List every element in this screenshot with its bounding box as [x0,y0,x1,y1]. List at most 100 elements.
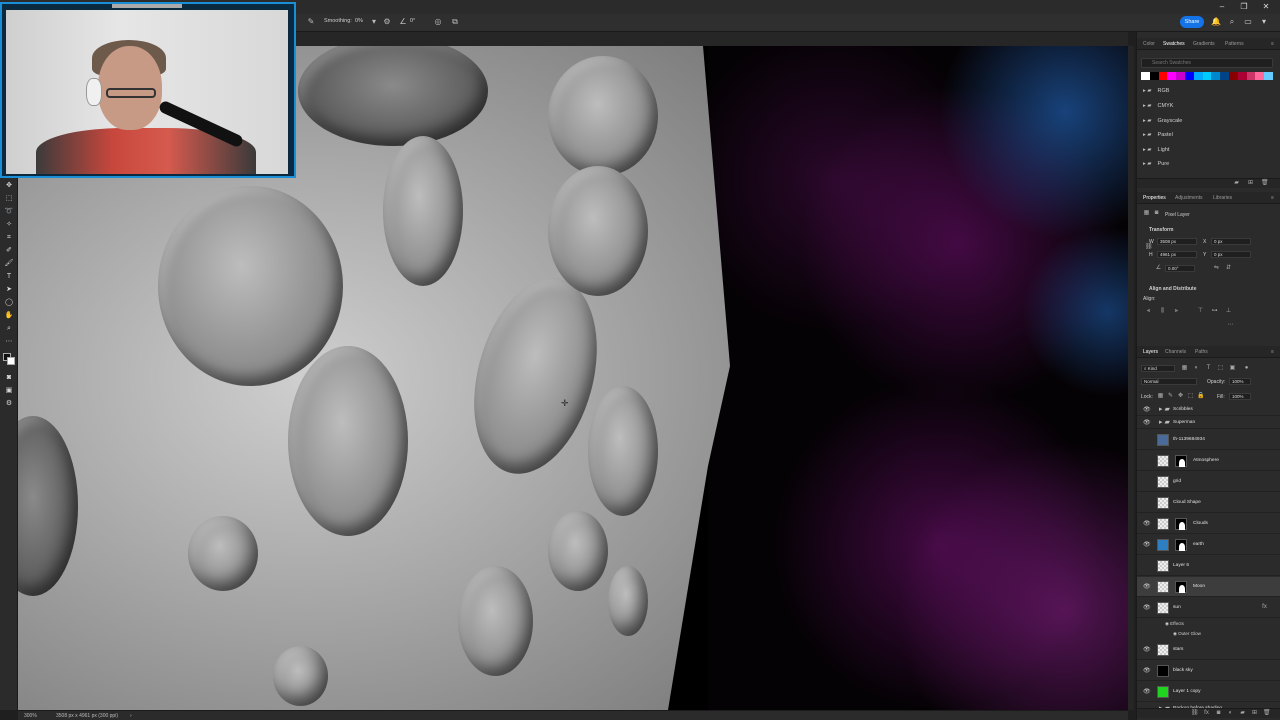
eye-icon[interactable]: 👁 [1143,419,1151,426]
new-folder-icon[interactable]: ▰ [1233,180,1240,187]
color-swatch[interactable] [1184,72,1194,80]
swatch-folder-grayscale[interactable]: ▸ ▰ Grayscale [1143,118,1182,124]
color-swatch[interactable] [1167,72,1177,80]
more-tools-icon[interactable]: ⋯ [4,337,14,347]
color-swatch[interactable] [1255,72,1265,80]
eye-icon[interactable]: 👁 [1143,406,1151,413]
minimize-button[interactable]: – [1212,1,1232,12]
fx-icon[interactable]: fx [1203,710,1210,717]
search-icon[interactable]: ⌕ [1227,17,1237,27]
zoom-level[interactable]: 300% [24,713,37,719]
layer-row[interactable]: Cloud Shape [1137,493,1280,513]
link-layers-icon[interactable]: ⛓ [1191,710,1199,717]
new-swatch-icon[interactable]: ⊞ [1247,180,1254,187]
mask-icon[interactable]: ◙ [1153,210,1160,217]
pressure-icon[interactable]: ◎ [433,17,443,27]
smoothing-value[interactable]: 0% [355,18,363,24]
opacity-input[interactable]: 100% [1229,378,1251,385]
color-swatch[interactable] [1141,72,1150,80]
close-button[interactable]: ✕ [1256,1,1276,12]
type-tool-icon[interactable]: T [4,272,14,282]
layer-row[interactable]: 👁 ▸ ▰ Scribbles [1137,404,1280,416]
swatches-search-input[interactable]: Search Swatches [1141,58,1273,68]
color-swatch[interactable] [1237,72,1247,80]
color-swatch[interactable] [1246,72,1256,80]
edit-toolbar-icon[interactable]: ⚙ [4,399,14,409]
quick-mask-icon[interactable]: ◙ [4,373,14,383]
blend-mode-select[interactable]: Normal [1141,378,1197,385]
filter-adjustment-icon[interactable]: ◐ [1193,365,1200,372]
bell-icon[interactable]: 🔔 [1211,17,1221,27]
color-swatch[interactable] [1149,72,1159,80]
align-right-icon[interactable]: ⫸ [1173,308,1180,315]
panel-menu-icon[interactable]: ≡ [1271,195,1274,201]
lock-transparency-icon[interactable]: ▦ [1157,393,1164,400]
screen-mode-icon[interactable]: ▣ [4,386,14,396]
tab-gradients[interactable]: Gradients [1193,41,1215,47]
tab-color[interactable]: Color [1143,41,1155,47]
fill-input[interactable]: 100% [1229,393,1251,400]
swatch-folder-cmyk[interactable]: ▸ ▰ CMYK [1143,103,1173,109]
new-layer-icon[interactable]: ⊞ [1251,710,1258,717]
layer-row[interactable]: Atmosphere [1137,451,1280,471]
color-swatch[interactable] [1220,72,1229,80]
color-swatch[interactable] [1228,72,1238,80]
swatch-folder-rgb[interactable]: ▸ ▰ RGB [1143,88,1169,94]
lock-all-icon[interactable]: 🔒 [1197,393,1204,400]
align-middle-icon[interactable]: ⊶ [1211,308,1218,315]
adjustment-layer-icon[interactable]: ◐ [1227,710,1234,717]
eye-icon[interactable]: 👁 [1143,520,1151,527]
trash-icon[interactable]: 🗑 [1263,710,1271,717]
filter-shape-icon[interactable]: ⬚ [1217,365,1224,372]
tab-patterns[interactable]: Patterns [1225,41,1244,47]
brush-settings-icon[interactable]: ✎ [306,17,316,27]
angle-input[interactable]: 0.00° [1165,265,1195,272]
tab-properties[interactable]: Properties [1143,195,1166,201]
eye-icon[interactable]: 👁 [1143,688,1151,695]
flip-vertical-icon[interactable]: ⇵ [1225,265,1232,272]
y-input[interactable]: 0 px [1211,251,1251,258]
new-group-icon[interactable]: ▰ [1239,710,1246,717]
swatch-folder-pure[interactable]: ▸ ▰ Pure [1143,161,1169,167]
tab-channels[interactable]: Channels [1165,349,1186,355]
fx-icon[interactable]: fx [1261,604,1268,611]
eye-icon[interactable]: 👁 [1143,667,1151,674]
color-swatch[interactable] [1158,72,1168,80]
align-center-icon[interactable]: ⫼ [1159,308,1166,315]
layer-row[interactable]: 👁 Layer 1 copy [1137,682,1280,702]
flip-horizontal-icon[interactable]: ⇋ [1213,265,1220,272]
swatch-folder-light[interactable]: ▸ ▰ Light [1143,147,1169,153]
share-button[interactable]: Share [1180,16,1204,28]
filter-pixel-icon[interactable]: ▦ [1181,365,1188,372]
layer-row[interactable]: 👁 black sky [1137,661,1280,681]
trash-icon[interactable]: 🗑 [1261,180,1269,187]
brush-tool-icon[interactable]: 🖌 [4,259,14,269]
layer-mask-thumbnail[interactable] [1175,581,1187,593]
panel-menu-icon[interactable]: ≡ [1271,41,1274,47]
tab-swatches[interactable]: Swatches [1163,41,1185,47]
filter-type-icon[interactable]: T [1205,365,1212,372]
crop-tool-icon[interactable]: ⌗ [4,233,14,243]
tab-libraries[interactable]: Libraries [1213,195,1232,201]
restore-button[interactable]: ❐ [1234,1,1254,12]
layer-row[interactable]: Layer 6 [1137,556,1280,576]
align-bottom-icon[interactable]: ⊥ [1225,308,1232,315]
quick-select-tool-icon[interactable]: ✧ [4,220,14,230]
layer-row[interactable]: 👁 stars [1137,640,1280,660]
gear-icon[interactable]: ⚙ [382,17,392,27]
chevron-down-icon[interactable]: ▾ [1259,17,1269,27]
path-select-tool-icon[interactable]: ➤ [4,285,14,295]
tab-adjustments[interactable]: Adjustments [1175,195,1203,201]
layer-mask-thumbnail[interactable] [1175,539,1187,551]
eye-icon[interactable]: 👁 [1143,541,1151,548]
more-options-icon[interactable]: ⋯ [1227,322,1234,329]
layer-row[interactable]: 👁 sun fx [1137,598,1280,618]
layer-row[interactable]: grid [1137,472,1280,492]
tab-layers[interactable]: Layers [1143,349,1158,355]
filter-toggle-icon[interactable]: ● [1243,365,1250,372]
link-icon[interactable]: ⛓ [1145,244,1153,251]
color-swatch[interactable] [1211,72,1221,80]
marquee-tool-icon[interactable]: ⬚ [4,194,14,204]
chevron-down-icon[interactable]: ▾ [369,17,379,27]
chevron-right-icon[interactable]: › [130,713,132,719]
